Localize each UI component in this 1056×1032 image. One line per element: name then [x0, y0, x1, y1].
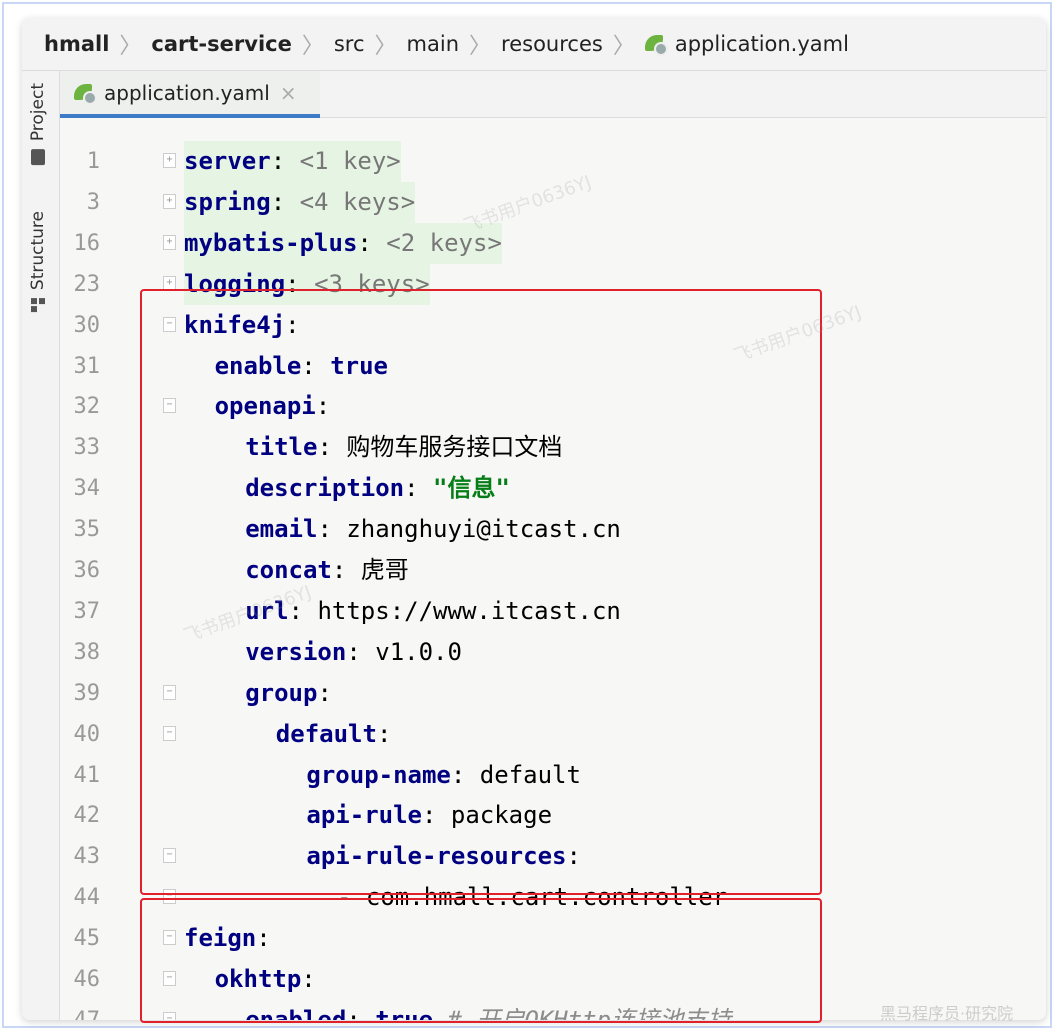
chevron-right-icon: 〉 [612, 34, 635, 59]
spring-yaml-icon [74, 82, 97, 105]
fold-expand-icon[interactable]: + [163, 153, 176, 168]
tab-label: application.yaml [104, 80, 270, 105]
line-number: 1 [86, 149, 100, 174]
folder-icon [31, 149, 45, 166]
yaml-key: server [184, 147, 271, 175]
breadcrumb-file[interactable]: application.yaml [644, 32, 849, 56]
line-number: 40 [73, 721, 101, 747]
code-text: spring: <4 keys> [184, 181, 416, 223]
code-line[interactable]: 16 + mybatis-plus: <2 keys> [60, 222, 1046, 264]
line-number: 47 [60, 1000, 101, 1020]
yaml-value: : [270, 147, 300, 175]
code-text: mybatis-plus: <2 keys> [184, 222, 502, 264]
breadcrumb-cart-service[interactable]: cart-service [151, 32, 291, 56]
tab-application-yaml[interactable]: application.yaml × [60, 71, 320, 118]
code-text: server: <1 key> [184, 141, 401, 182]
breadcrumb-src[interactable]: src [334, 32, 365, 56]
structure-label: Structure [28, 211, 48, 291]
line-number: 33 [73, 435, 101, 461]
breadcrumb-hmall[interactable]: hmall [44, 32, 109, 56]
line-number: 46 [73, 967, 101, 992]
folded-placeholder: <4 keys> [299, 187, 416, 216]
line-number: 23 [73, 271, 101, 297]
close-icon[interactable]: × [280, 81, 297, 105]
structure-icon [31, 298, 45, 313]
yaml-value: : [357, 228, 387, 257]
line-number: 38 [73, 639, 101, 665]
chevron-right-icon: 〉 [374, 34, 397, 59]
line-number: 35 [73, 517, 101, 543]
line-number: 37 [73, 598, 101, 624]
line-number: 31 [73, 353, 101, 379]
fold-expand-icon[interactable]: + [163, 234, 176, 250]
fold-expand-icon[interactable]: + [163, 193, 176, 209]
breadcrumb: hmall 〉 cart-service 〉 src 〉 main 〉 resource… [22, 18, 1046, 71]
code-line[interactable]: 1 + server: <1 key> [60, 141, 1046, 182]
yaml-key: mybatis-plus [184, 228, 358, 257]
line-number: 36 [73, 558, 101, 583]
line-number: 44 [73, 885, 101, 911]
tool-window-strip: Project Structure [22, 71, 60, 1020]
line-number: 30 [73, 312, 101, 338]
line-number: 34 [73, 476, 101, 502]
line-number: 42 [73, 803, 101, 829]
line-number: 41 [73, 762, 101, 788]
line-number: 16 [73, 230, 101, 256]
line-number: 3 [86, 189, 100, 215]
line-number: 32 [73, 394, 101, 420]
folded-placeholder: <1 key> [299, 147, 401, 175]
chevron-right-icon: 〉 [119, 34, 142, 59]
line-number: 45 [73, 926, 101, 952]
yaml-key: spring [184, 187, 271, 216]
yaml-value: : [270, 187, 300, 216]
breadcrumb-resources[interactable]: resources [501, 32, 603, 56]
editor-tabs: application.yaml × [60, 71, 1046, 118]
highlight-box-knife4j [140, 289, 822, 895]
chevron-right-icon: 〉 [301, 34, 324, 59]
line-number: 39 [73, 680, 101, 706]
structure-tool-button[interactable]: Structure [28, 211, 48, 313]
project-tool-button[interactable]: Project [28, 83, 48, 166]
highlight-box-feign [140, 898, 822, 1023]
chevron-right-icon: 〉 [469, 34, 492, 59]
breadcrumb-file-label: application.yaml [674, 32, 849, 56]
code-line[interactable]: 3 + spring: <4 keys> [60, 181, 1046, 223]
project-label: Project [28, 83, 48, 142]
breadcrumb-main[interactable]: main [407, 32, 459, 56]
line-number: 43 [73, 844, 101, 870]
spring-yaml-icon [644, 33, 668, 56]
folded-placeholder: <2 keys> [386, 228, 502, 257]
